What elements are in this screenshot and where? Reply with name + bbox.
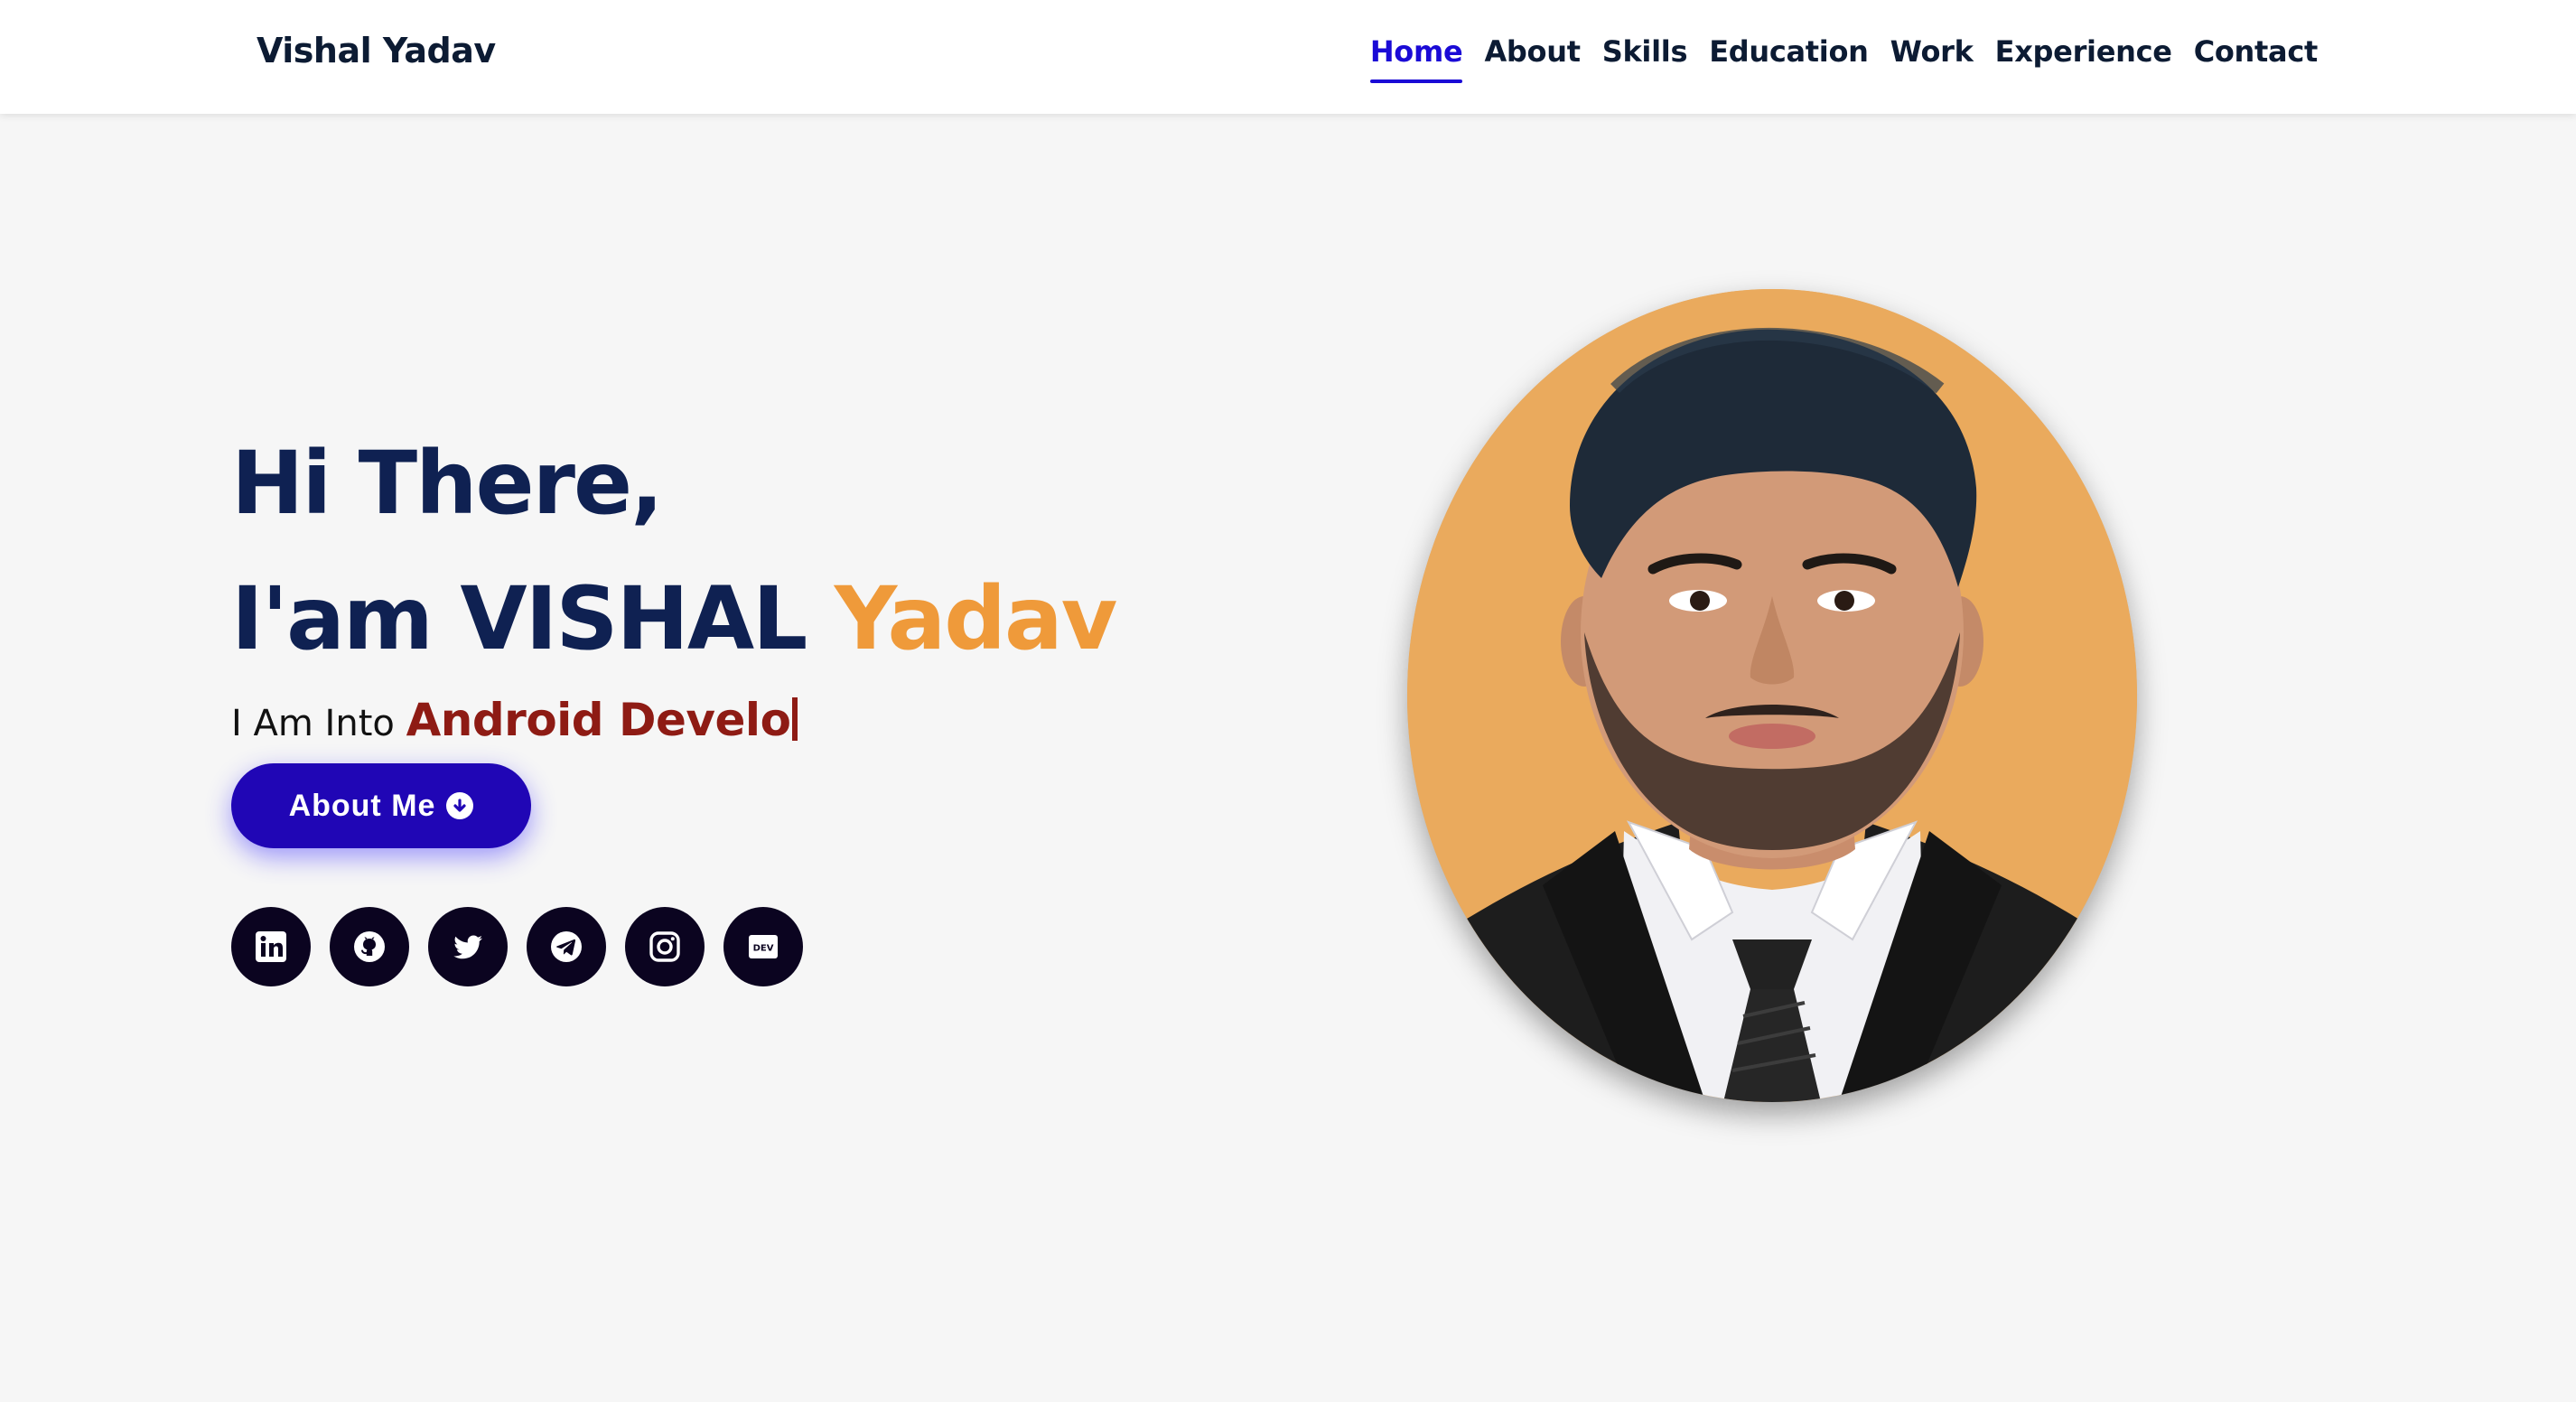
hero-section: Hi There, I'am VISHAL Yadav I Am Into An… [231,416,1315,986]
hero-name-accent: Yadav [834,568,1118,669]
instagram-icon [649,931,680,962]
typing-line: I Am Into Android Develo [231,688,1315,755]
typing-text: Android Develo [406,694,791,746]
telegram-icon [551,931,582,962]
nav-about[interactable]: About [1484,34,1581,69]
hero-greeting: Hi There, [231,433,664,534]
arrow-circle-down-icon [446,792,474,819]
telegram-link[interactable] [527,907,606,986]
site-header: Vishal Yadav Home About Skills Education… [0,0,2576,114]
nav-skills[interactable]: Skills [1602,34,1688,69]
about-me-label: About Me [288,788,436,823]
about-me-button[interactable]: About Me [231,763,531,848]
dev-icon-label: DEV [753,944,774,954]
twitter-link[interactable] [428,907,508,986]
typing-prefix: I Am Into [231,703,395,744]
main-nav: Home About Skills Education Work Experie… [1369,34,2319,83]
social-links: DEV [231,907,803,986]
brand-logo[interactable]: Vishal Yadav [257,31,496,70]
dev-icon: DEV [749,935,778,958]
hero-intro-prefix: I'am VISHAL [231,568,807,669]
github-link[interactable] [330,907,409,986]
instagram-link[interactable] [625,907,705,986]
dev-link[interactable]: DEV [723,907,803,986]
nav-experience[interactable]: Experience [1995,34,2172,69]
hero-intro: I'am VISHAL Yadav [231,551,1315,687]
github-icon [354,931,385,962]
typing-cursor [792,697,798,741]
nav-contact[interactable]: Contact [2194,34,2319,69]
nav-education[interactable]: Education [1709,34,1869,69]
nav-home[interactable]: Home [1369,34,1463,83]
nav-work[interactable]: Work [1890,34,1974,69]
profile-portrait [1407,289,2137,1102]
linkedin-link[interactable] [231,907,311,986]
profile-photo-illustration [1407,289,2137,1102]
linkedin-icon [256,931,286,962]
twitter-icon [453,935,482,959]
